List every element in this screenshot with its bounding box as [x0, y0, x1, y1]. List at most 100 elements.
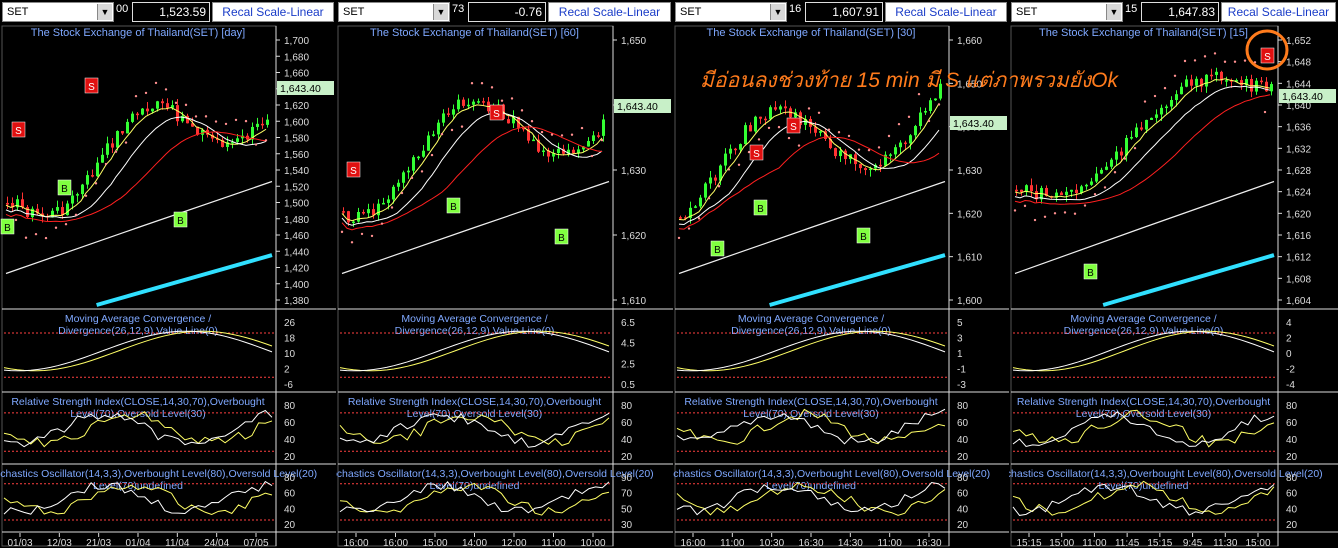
candle-body	[1095, 173, 1098, 182]
sar-dot	[1083, 204, 1087, 207]
indicator-tick-label: 20	[1286, 520, 1298, 531]
indicator-tick-label: 0	[1286, 349, 1292, 360]
indicator-tick-label: 60	[284, 489, 296, 500]
indicator-tick-label: 40	[284, 435, 296, 446]
sar-dot	[380, 222, 384, 225]
indicator-tick-label: 60	[621, 418, 633, 429]
indicator-tick-label: -3	[957, 380, 966, 391]
candle-body	[1015, 189, 1018, 192]
indicator-tick-label: -1	[957, 365, 966, 376]
candle-body	[889, 154, 892, 156]
sar-dot	[927, 119, 931, 123]
indicator-line	[339, 330, 610, 372]
candle-body	[367, 209, 370, 214]
candle-body	[864, 168, 867, 171]
sar-dot	[847, 134, 851, 138]
candle-body	[894, 147, 897, 155]
sar-dot	[687, 227, 691, 230]
sar-dot	[1013, 209, 1017, 212]
sar-dot	[1213, 52, 1217, 55]
candle-body	[909, 135, 912, 144]
candle-body	[834, 148, 837, 157]
candle-body	[572, 149, 575, 154]
indicator-tick-label: 80	[1286, 401, 1298, 412]
candle-body	[1120, 151, 1123, 156]
indicator-line	[676, 482, 946, 516]
candle-body	[1100, 169, 1103, 174]
candle-body	[96, 162, 99, 177]
candle-body	[709, 177, 712, 184]
indicator-tick-label: 26	[284, 318, 296, 329]
indicator-line	[3, 484, 273, 516]
candle-body	[859, 164, 862, 169]
indicator-tick-label: 40	[957, 504, 969, 515]
candle-body	[6, 202, 9, 205]
signal-label: B	[4, 223, 11, 234]
candle-body	[1165, 106, 1168, 109]
price-tick-label: 1,612	[1286, 253, 1311, 264]
candle-body	[749, 125, 752, 132]
sar-dot	[807, 107, 811, 110]
indicator-title: Slow Stochastics Oscillator(14,3,3),Over…	[673, 468, 990, 480]
sar-dot	[470, 81, 474, 85]
indicator-line	[676, 330, 946, 372]
price-tick-label: 1,680	[284, 52, 309, 63]
candle-body	[1175, 94, 1178, 101]
indicator-tick-label: 80	[284, 473, 296, 484]
indicator-title: Slow Stochastics Oscillator(14,3,3),Over…	[336, 468, 654, 480]
candle-body	[1160, 107, 1163, 115]
sar-dot	[767, 126, 771, 130]
price-tick-label: 1,628	[1286, 166, 1311, 177]
candle-body	[1215, 71, 1218, 75]
sar-dot	[717, 185, 721, 188]
candle-body	[1190, 79, 1193, 86]
candle-body	[256, 123, 259, 127]
date-tick-label: 16:00	[680, 538, 705, 548]
sar-dot	[560, 134, 564, 137]
moving-average-line	[341, 111, 603, 226]
candle-body	[744, 125, 747, 145]
sar-dot	[1263, 110, 1267, 114]
candle-body	[477, 101, 480, 103]
sar-dot	[677, 236, 681, 240]
candle-body	[1210, 74, 1213, 77]
last-price-label: 1,643.40	[617, 101, 658, 113]
sar-dot	[937, 103, 941, 106]
candle-body	[342, 211, 345, 213]
signal-label: B	[1087, 268, 1094, 279]
indicator-tick-label: 4.5	[621, 339, 635, 350]
candle-body	[21, 199, 24, 208]
sar-dot	[44, 236, 48, 240]
candle-body	[769, 107, 772, 120]
sar-dot	[360, 232, 364, 236]
indicator-tick-label: 40	[957, 435, 969, 446]
candle-body	[1180, 86, 1183, 95]
price-tick-label: 1,608	[1286, 274, 1311, 285]
candle-body	[76, 194, 79, 196]
sar-dot	[580, 126, 584, 130]
sar-dot	[24, 236, 28, 239]
sar-dot	[264, 139, 268, 142]
date-tick-label: 16:30	[916, 538, 941, 548]
candle-body	[1240, 80, 1243, 86]
price-tick-label: 1,500	[284, 199, 309, 210]
date-tick-label: 14:00	[462, 538, 487, 548]
candle-body	[467, 104, 470, 107]
sar-dot	[214, 120, 218, 123]
candle-body	[1090, 181, 1093, 185]
sar-dot	[1233, 60, 1237, 63]
candle-body	[729, 148, 732, 154]
sar-dot	[1203, 55, 1207, 58]
indicator-title: Level(70),Oversold Level(30)	[1076, 408, 1211, 420]
price-tick-label: 1,620	[621, 231, 646, 242]
sar-dot	[194, 115, 198, 118]
signal-label: B	[714, 245, 721, 256]
sar-dot	[480, 82, 484, 85]
price-tick-label: 1,620	[284, 101, 309, 112]
sar-dot	[1133, 146, 1137, 150]
sar-dot	[254, 143, 258, 146]
price-tick-label: 1,600	[284, 117, 309, 128]
indicator-tick-label: 40	[1286, 435, 1298, 446]
candle-body	[1130, 137, 1133, 139]
indicator-title: Slow Stochastics Oscillator(14,3,3),Over…	[1009, 468, 1323, 480]
